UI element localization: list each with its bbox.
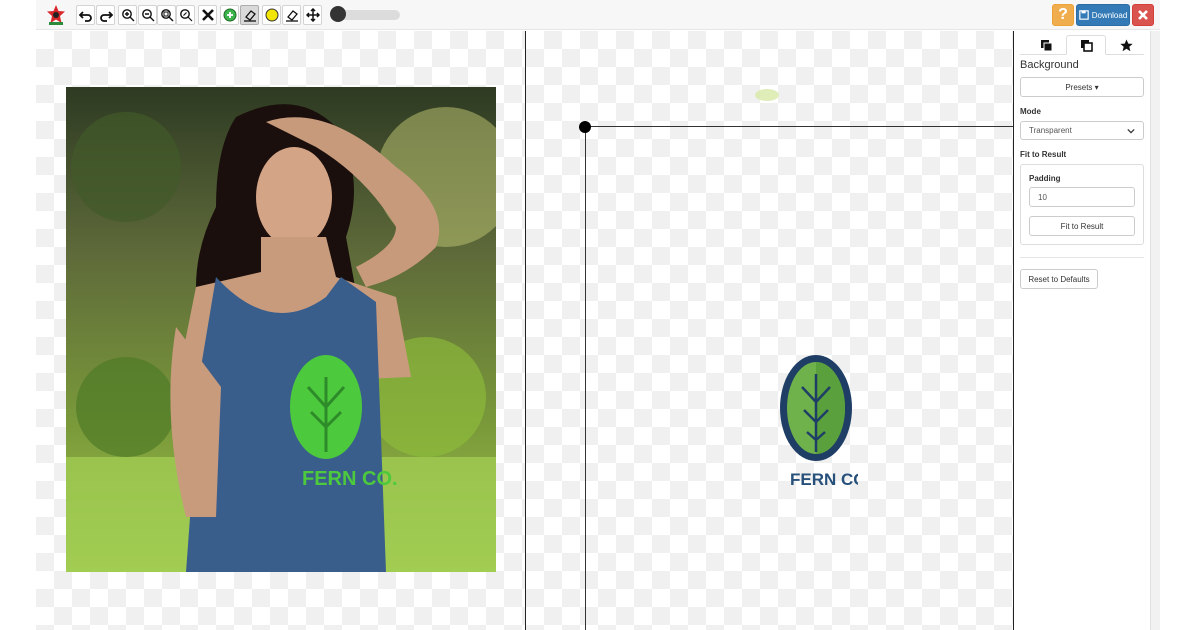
clear-button[interactable] [198, 5, 217, 25]
zoom-in-button[interactable] [118, 5, 137, 25]
app-logo [46, 4, 66, 26]
mode-label: Mode [1020, 107, 1041, 116]
padding-label: Padding [1029, 174, 1061, 183]
chevron-down-icon [1127, 128, 1135, 133]
close-icon [1138, 10, 1148, 20]
download-label: Download [1091, 10, 1128, 20]
tab-effects[interactable] [1106, 35, 1146, 55]
mode-select[interactable]: Transparent [1020, 121, 1144, 140]
effects-tab-icon [1119, 39, 1133, 51]
pan-icon [305, 8, 320, 22]
result-cutout: FERN CO. [774, 352, 871, 492]
undo-icon [78, 11, 92, 22]
result-artifact [752, 86, 782, 102]
redo-icon [99, 11, 113, 22]
toolbar: ? Download [36, 0, 1160, 30]
tab-background[interactable] [1026, 35, 1066, 55]
crop-line-horizontal[interactable] [585, 126, 1013, 127]
zoom-fit-button[interactable] [157, 5, 176, 25]
background-tab-icon [1040, 39, 1052, 51]
clear-icon [201, 9, 214, 21]
pan-button[interactable] [303, 5, 322, 25]
zoom-out-icon [141, 9, 154, 22]
panel-separator [1020, 257, 1144, 258]
brush-size-knob[interactable] [330, 6, 346, 22]
crop-line-vertical[interactable] [585, 126, 586, 630]
floppy-disk-icon [1078, 10, 1089, 20]
settings-panel: Background Presets ▾ Mode Transparent Fi… [1014, 31, 1150, 630]
mode-value: Transparent [1029, 126, 1072, 135]
eraser-icon [243, 10, 256, 22]
zoom-in-icon [121, 9, 134, 22]
presets-button[interactable]: Presets ▾ [1020, 77, 1144, 97]
close-button[interactable] [1132, 4, 1154, 26]
presets-label: Presets ▾ [1065, 82, 1099, 92]
hair-brush-icon [265, 8, 278, 22]
reset-button-label: Reset to Defaults [1028, 274, 1090, 284]
panel-scrollbar[interactable] [1150, 31, 1160, 630]
zoom-actual-button[interactable] [176, 5, 195, 25]
eraser-button[interactable] [240, 5, 259, 25]
fit-button-label: Fit to Result [1060, 221, 1104, 231]
fit-section-label: Fit to Result [1020, 150, 1067, 159]
padding-input[interactable]: 10 [1029, 187, 1135, 207]
eraser-alt-icon [285, 10, 298, 22]
result-canvas[interactable] [526, 31, 1013, 630]
help-label: ? [1058, 6, 1068, 23]
download-button[interactable]: Download [1076, 4, 1130, 26]
svg-text:FERN CO.: FERN CO. [302, 468, 398, 490]
panel-tabs [1020, 35, 1144, 55]
crop-handle[interactable] [579, 121, 591, 133]
zoom-out-button[interactable] [138, 5, 157, 25]
zoom-actual-icon [179, 9, 192, 22]
undo-button[interactable] [76, 5, 95, 25]
svg-text:FERN CO.: FERN CO. [790, 470, 858, 489]
reset-defaults-button[interactable]: Reset to Defaults [1020, 269, 1098, 289]
help-button[interactable]: ? [1052, 4, 1074, 26]
eraser-alt-button[interactable] [282, 5, 301, 25]
crop-tab-icon [1080, 39, 1093, 52]
zoom-fit-icon [160, 9, 173, 22]
original-photo[interactable]: FERN CO. [66, 87, 496, 572]
tab-crop[interactable] [1066, 35, 1106, 55]
section-title: Background [1020, 59, 1079, 71]
keep-brush-button[interactable] [220, 5, 239, 25]
keep-brush-icon [223, 8, 236, 22]
padding-value: 10 [1038, 192, 1047, 202]
hair-brush-button[interactable] [262, 5, 281, 25]
fit-to-result-button[interactable]: Fit to Result [1029, 216, 1135, 236]
redo-button[interactable] [96, 5, 115, 25]
